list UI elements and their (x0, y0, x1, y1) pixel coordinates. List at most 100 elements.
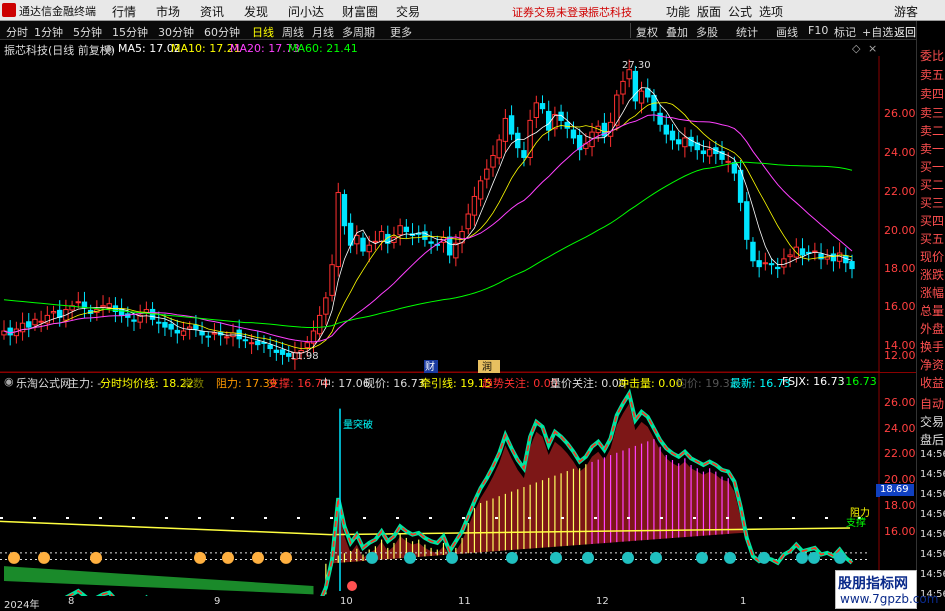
rc-time: 14:56 (920, 489, 945, 500)
down-arrow-icon (808, 551, 820, 564)
btn-tongji[interactable]: 统计 (736, 24, 758, 40)
period-weekly[interactable]: 周线 (282, 24, 304, 40)
candle-body (830, 253, 837, 262)
candle-body (669, 130, 676, 141)
period-monthly[interactable]: 月线 (312, 24, 334, 40)
period-multi[interactable]: 多周期 (342, 24, 375, 40)
x-tick: 12 (596, 596, 609, 607)
candle-body (446, 236, 453, 256)
rc-buy2: 买二 (920, 178, 945, 192)
candle-body (279, 349, 286, 355)
chevron-down-icon[interactable]: ◉ (104, 42, 114, 55)
candle-body (533, 102, 540, 118)
btn-huaxian[interactable]: 画线 (776, 24, 798, 40)
rc-time: 14:56 (920, 469, 945, 480)
period-bar: 分时 1分钟 5分钟 15分钟 30分钟 60分钟 日线 周线 月线 多周期 更… (0, 21, 916, 40)
btn-diejia[interactable]: 叠加 (666, 24, 688, 40)
rc-zidong[interactable]: 自动 (920, 395, 944, 412)
candle-body (477, 180, 484, 200)
y-tick: 18.00 (884, 499, 916, 512)
menu-wenxiaoda[interactable]: 问小达 (288, 3, 324, 20)
candle-body (731, 162, 738, 174)
period-1min[interactable]: 1分钟 (34, 24, 63, 40)
settings-icon[interactable]: ◇ (852, 42, 860, 55)
menu-zixun[interactable]: 资讯 (200, 3, 224, 20)
resist-line (0, 520, 331, 536)
candle-body (323, 297, 329, 315)
chart-area[interactable]: 27.30 11.98 财 润 量突破 阻力 支撑 (0, 56, 880, 596)
candle-body (174, 329, 181, 334)
candle-body (638, 90, 645, 104)
period-60min[interactable]: 60分钟 (204, 24, 240, 40)
menu-jiaoyi[interactable]: 交易 (396, 3, 420, 20)
candle-body (546, 110, 552, 131)
rc-buy4: 买四 (920, 214, 945, 228)
down-arrow-icon (696, 551, 708, 564)
period-30min[interactable]: 30分钟 (158, 24, 194, 40)
trend-fill (313, 403, 853, 565)
down-arrow-icon (650, 551, 662, 564)
menu-xuanxiang[interactable]: 选项 (759, 3, 783, 20)
menu-gongneng[interactable]: 功能 (666, 3, 690, 20)
candle-body (539, 103, 546, 110)
period-fenshi[interactable]: 分时 (6, 24, 28, 40)
close-icon[interactable]: × (868, 42, 877, 55)
y-tick: 26.00 (884, 396, 916, 409)
x-tick: 1 (740, 596, 747, 607)
menu-youke[interactable]: 游客 (894, 3, 918, 20)
candle-body (490, 155, 496, 168)
down-arrow-icon (404, 551, 416, 564)
candle-body (273, 349, 280, 353)
candle-body (50, 311, 57, 314)
candle-body (775, 266, 781, 270)
period-daily[interactable]: 日线 (252, 24, 274, 40)
menu-shichang[interactable]: 市场 (156, 3, 180, 20)
main-y-axis: 26.00 24.00 22.00 20.00 18.00 16.00 14.0… (880, 56, 916, 372)
btn-fuquan[interactable]: 复权 (636, 24, 658, 40)
ma60-line (3, 161, 853, 329)
candle-body (248, 342, 255, 345)
candle-body (675, 139, 682, 145)
candle-body (199, 331, 205, 336)
down-arrow-icon (796, 551, 808, 564)
low-annot: 11.98 (290, 351, 319, 362)
up-arrow-icon (222, 551, 234, 564)
rc-buy3: 买三 (920, 196, 945, 210)
trade-not-login[interactable]: 证券交易未登录 (512, 4, 589, 20)
period-15min[interactable]: 15分钟 (112, 24, 148, 40)
candle-body (632, 70, 639, 102)
candle-body (496, 139, 502, 159)
candle-body (502, 117, 509, 142)
candle-body (614, 94, 620, 126)
run-label: 润 (482, 360, 492, 373)
candle-body (620, 80, 626, 95)
rc-time: 14:56 (920, 529, 945, 540)
candle-body (465, 213, 471, 230)
candle-body (706, 149, 713, 157)
period-5min[interactable]: 5分钟 (73, 24, 102, 40)
menu-gongshi[interactable]: 公式 (728, 3, 752, 20)
menu-banmian[interactable]: 版面 (697, 3, 721, 20)
btn-zixuan[interactable]: +自选 (862, 24, 893, 40)
btn-duogu[interactable]: 多股 (696, 24, 718, 40)
candle-body (682, 137, 688, 148)
rc-weibi: 委比 (920, 49, 945, 63)
btn-biaoji[interactable]: 标记 (834, 24, 856, 40)
menu-faxian[interactable]: 发现 (244, 3, 268, 20)
candles-group (1, 59, 855, 370)
period-more[interactable]: 更多 (390, 24, 412, 40)
watermark: 股朋指标网 www.7gpzb.com (835, 570, 938, 609)
candle-body (836, 252, 843, 262)
down-arrow-icon (582, 551, 594, 564)
menu-bar: 通达信金融终端 行情 市场 资讯 发现 问小达 财富圈 交易 证券交易未登录 振… (0, 0, 945, 21)
candle-body (168, 323, 174, 330)
btn-f10[interactable]: F10 (808, 24, 828, 37)
menu-caifuquan[interactable]: 财富圈 (342, 3, 378, 20)
app-logo-icon (2, 3, 16, 17)
btn-fanhui[interactable]: 返回 (894, 24, 916, 40)
candle-body (725, 160, 731, 163)
y-tick: 12.00 (884, 349, 916, 362)
rc-buy1: 买一 (920, 160, 945, 174)
menu-hangqing[interactable]: 行情 (112, 3, 136, 20)
candle-body (688, 136, 694, 147)
